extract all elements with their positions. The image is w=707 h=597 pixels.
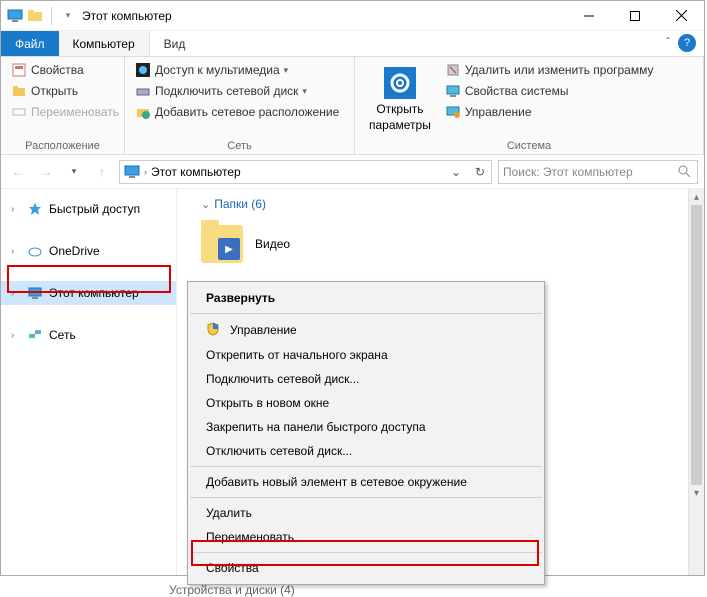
ribbon: Свойства Открыть Переименовать Расположе…: [1, 57, 704, 155]
ctx-map-drive[interactable]: Подключить сетевой диск...: [188, 367, 544, 391]
chevron-right-icon[interactable]: ›: [11, 288, 21, 299]
address-bar[interactable]: › Этот компьютер ⌄ ↻: [119, 160, 492, 184]
window-title: Этот компьютер: [82, 9, 172, 23]
titlebar: ▾ Этот компьютер: [1, 1, 704, 31]
close-button[interactable]: [658, 1, 704, 31]
search-icon: [678, 165, 691, 178]
sidebar-item-thispc[interactable]: › Этот компьютер: [1, 281, 176, 305]
ctx-properties[interactable]: Свойства: [188, 556, 544, 580]
group-system-label: Система: [355, 140, 703, 154]
film-icon: ▶: [218, 238, 240, 260]
onedrive-icon: [27, 243, 43, 259]
drive-icon: [135, 83, 151, 99]
help-button[interactable]: ?: [678, 34, 696, 52]
address-dropdown-icon[interactable]: ⌄: [447, 165, 465, 179]
ctx-rename[interactable]: Переименовать: [188, 525, 544, 549]
context-menu: Развернуть Управление Открепить от начал…: [187, 281, 545, 585]
ctx-expand[interactable]: Развернуть: [188, 286, 544, 310]
shield-icon: [206, 322, 222, 338]
map-drive-button[interactable]: Подключить сетевой диск ▾: [133, 82, 341, 100]
ctx-add-net[interactable]: Добавить новый элемент в сетевое окружен…: [188, 470, 544, 494]
devices-section-header: Устройства и диски (4): [169, 583, 295, 597]
sidebar-item-network[interactable]: › Сеть: [1, 323, 176, 347]
ctx-open-new[interactable]: Открыть в новом окне: [188, 391, 544, 415]
refresh-button[interactable]: ↻: [469, 165, 491, 179]
media-access-button[interactable]: Доступ к мультимедиа ▾: [133, 61, 341, 79]
group-location-label: Расположение: [1, 140, 124, 154]
back-button[interactable]: ←: [7, 161, 29, 183]
ctx-pin-quick[interactable]: Закрепить на панели быстрого доступа: [188, 415, 544, 439]
scrollbar[interactable]: ▴ ▾: [688, 189, 704, 575]
navbar: ← → ▾ ↑ › Этот компьютер ⌄ ↻ Поиск: Этот…: [1, 155, 704, 189]
add-netloc-button[interactable]: Добавить сетевое расположение: [133, 103, 341, 121]
scroll-thumb[interactable]: [691, 205, 702, 485]
qat-dropdown-icon[interactable]: ▾: [60, 8, 76, 24]
group-network-label: Сеть: [125, 140, 354, 154]
chevron-right-icon[interactable]: ›: [11, 204, 21, 215]
sidebar-item-onedrive[interactable]: › OneDrive: [1, 239, 176, 263]
rename-button: Переименовать: [9, 103, 121, 121]
chevron-down-icon: ▾: [284, 65, 289, 76]
thispc-icon: [7, 8, 23, 24]
properties-icon: [11, 62, 27, 78]
folder-icon: [27, 8, 43, 24]
chevron-right-icon[interactable]: ›: [144, 167, 147, 177]
recent-dropdown[interactable]: ▾: [63, 161, 85, 183]
ctx-delete[interactable]: Удалить: [188, 501, 544, 525]
thispc-icon: [27, 285, 43, 301]
thispc-icon: [124, 164, 140, 180]
search-input[interactable]: Поиск: Этот компьютер: [498, 160, 698, 184]
up-button[interactable]: ↑: [91, 161, 113, 183]
folder-video[interactable]: ▶ Видео: [201, 225, 676, 263]
ctx-manage[interactable]: Управление: [188, 317, 544, 343]
rename-icon: [11, 104, 27, 120]
star-icon: [27, 201, 43, 217]
file-menu[interactable]: Файл: [1, 31, 59, 56]
tab-view[interactable]: Вид: [150, 31, 200, 56]
uninstall-icon: [445, 62, 461, 78]
menubar: Файл Компьютер Вид ˆ ?: [1, 31, 704, 57]
sysprops-icon: [445, 83, 461, 99]
sidebar: › Быстрый доступ › OneDrive › Этот компь…: [1, 189, 177, 575]
chevron-right-icon[interactable]: ›: [11, 330, 21, 341]
chevron-right-icon[interactable]: ›: [11, 246, 21, 257]
folders-section-header[interactable]: ⌄ Папки (6): [201, 197, 676, 211]
open-button[interactable]: Открыть: [9, 82, 121, 100]
minimize-button[interactable]: [566, 1, 612, 31]
media-icon: [135, 62, 151, 78]
open-folder-icon: [11, 83, 27, 99]
ctx-disconnect[interactable]: Отключить сетевой диск...: [188, 439, 544, 463]
settings-gear-icon: [383, 66, 417, 100]
folder-icon: ▶: [201, 225, 243, 263]
forward-button[interactable]: →: [35, 161, 57, 183]
ctx-unpin-start[interactable]: Открепить от начального экрана: [188, 343, 544, 367]
manage-button[interactable]: Управление: [443, 103, 656, 121]
open-settings-button[interactable]: Открыть параметры: [363, 61, 437, 136]
uninstall-button[interactable]: Удалить или изменить программу: [443, 61, 656, 79]
system-props-button[interactable]: Свойства системы: [443, 82, 656, 100]
properties-button[interactable]: Свойства: [9, 61, 121, 79]
scroll-down-icon[interactable]: ▾: [689, 485, 704, 501]
chevron-down-icon: ⌄: [201, 198, 210, 211]
address-text: Этот компьютер: [151, 165, 241, 179]
scroll-up-icon[interactable]: ▴: [689, 189, 704, 205]
maximize-button[interactable]: [612, 1, 658, 31]
network-icon: [27, 327, 43, 343]
netloc-icon: [135, 104, 151, 120]
manage-icon: [445, 104, 461, 120]
chevron-down-icon: ▾: [302, 86, 307, 97]
sidebar-item-quick-access[interactable]: › Быстрый доступ: [1, 197, 176, 221]
collapse-ribbon-icon[interactable]: ˆ: [666, 35, 670, 49]
tab-computer[interactable]: Компьютер: [59, 31, 150, 56]
